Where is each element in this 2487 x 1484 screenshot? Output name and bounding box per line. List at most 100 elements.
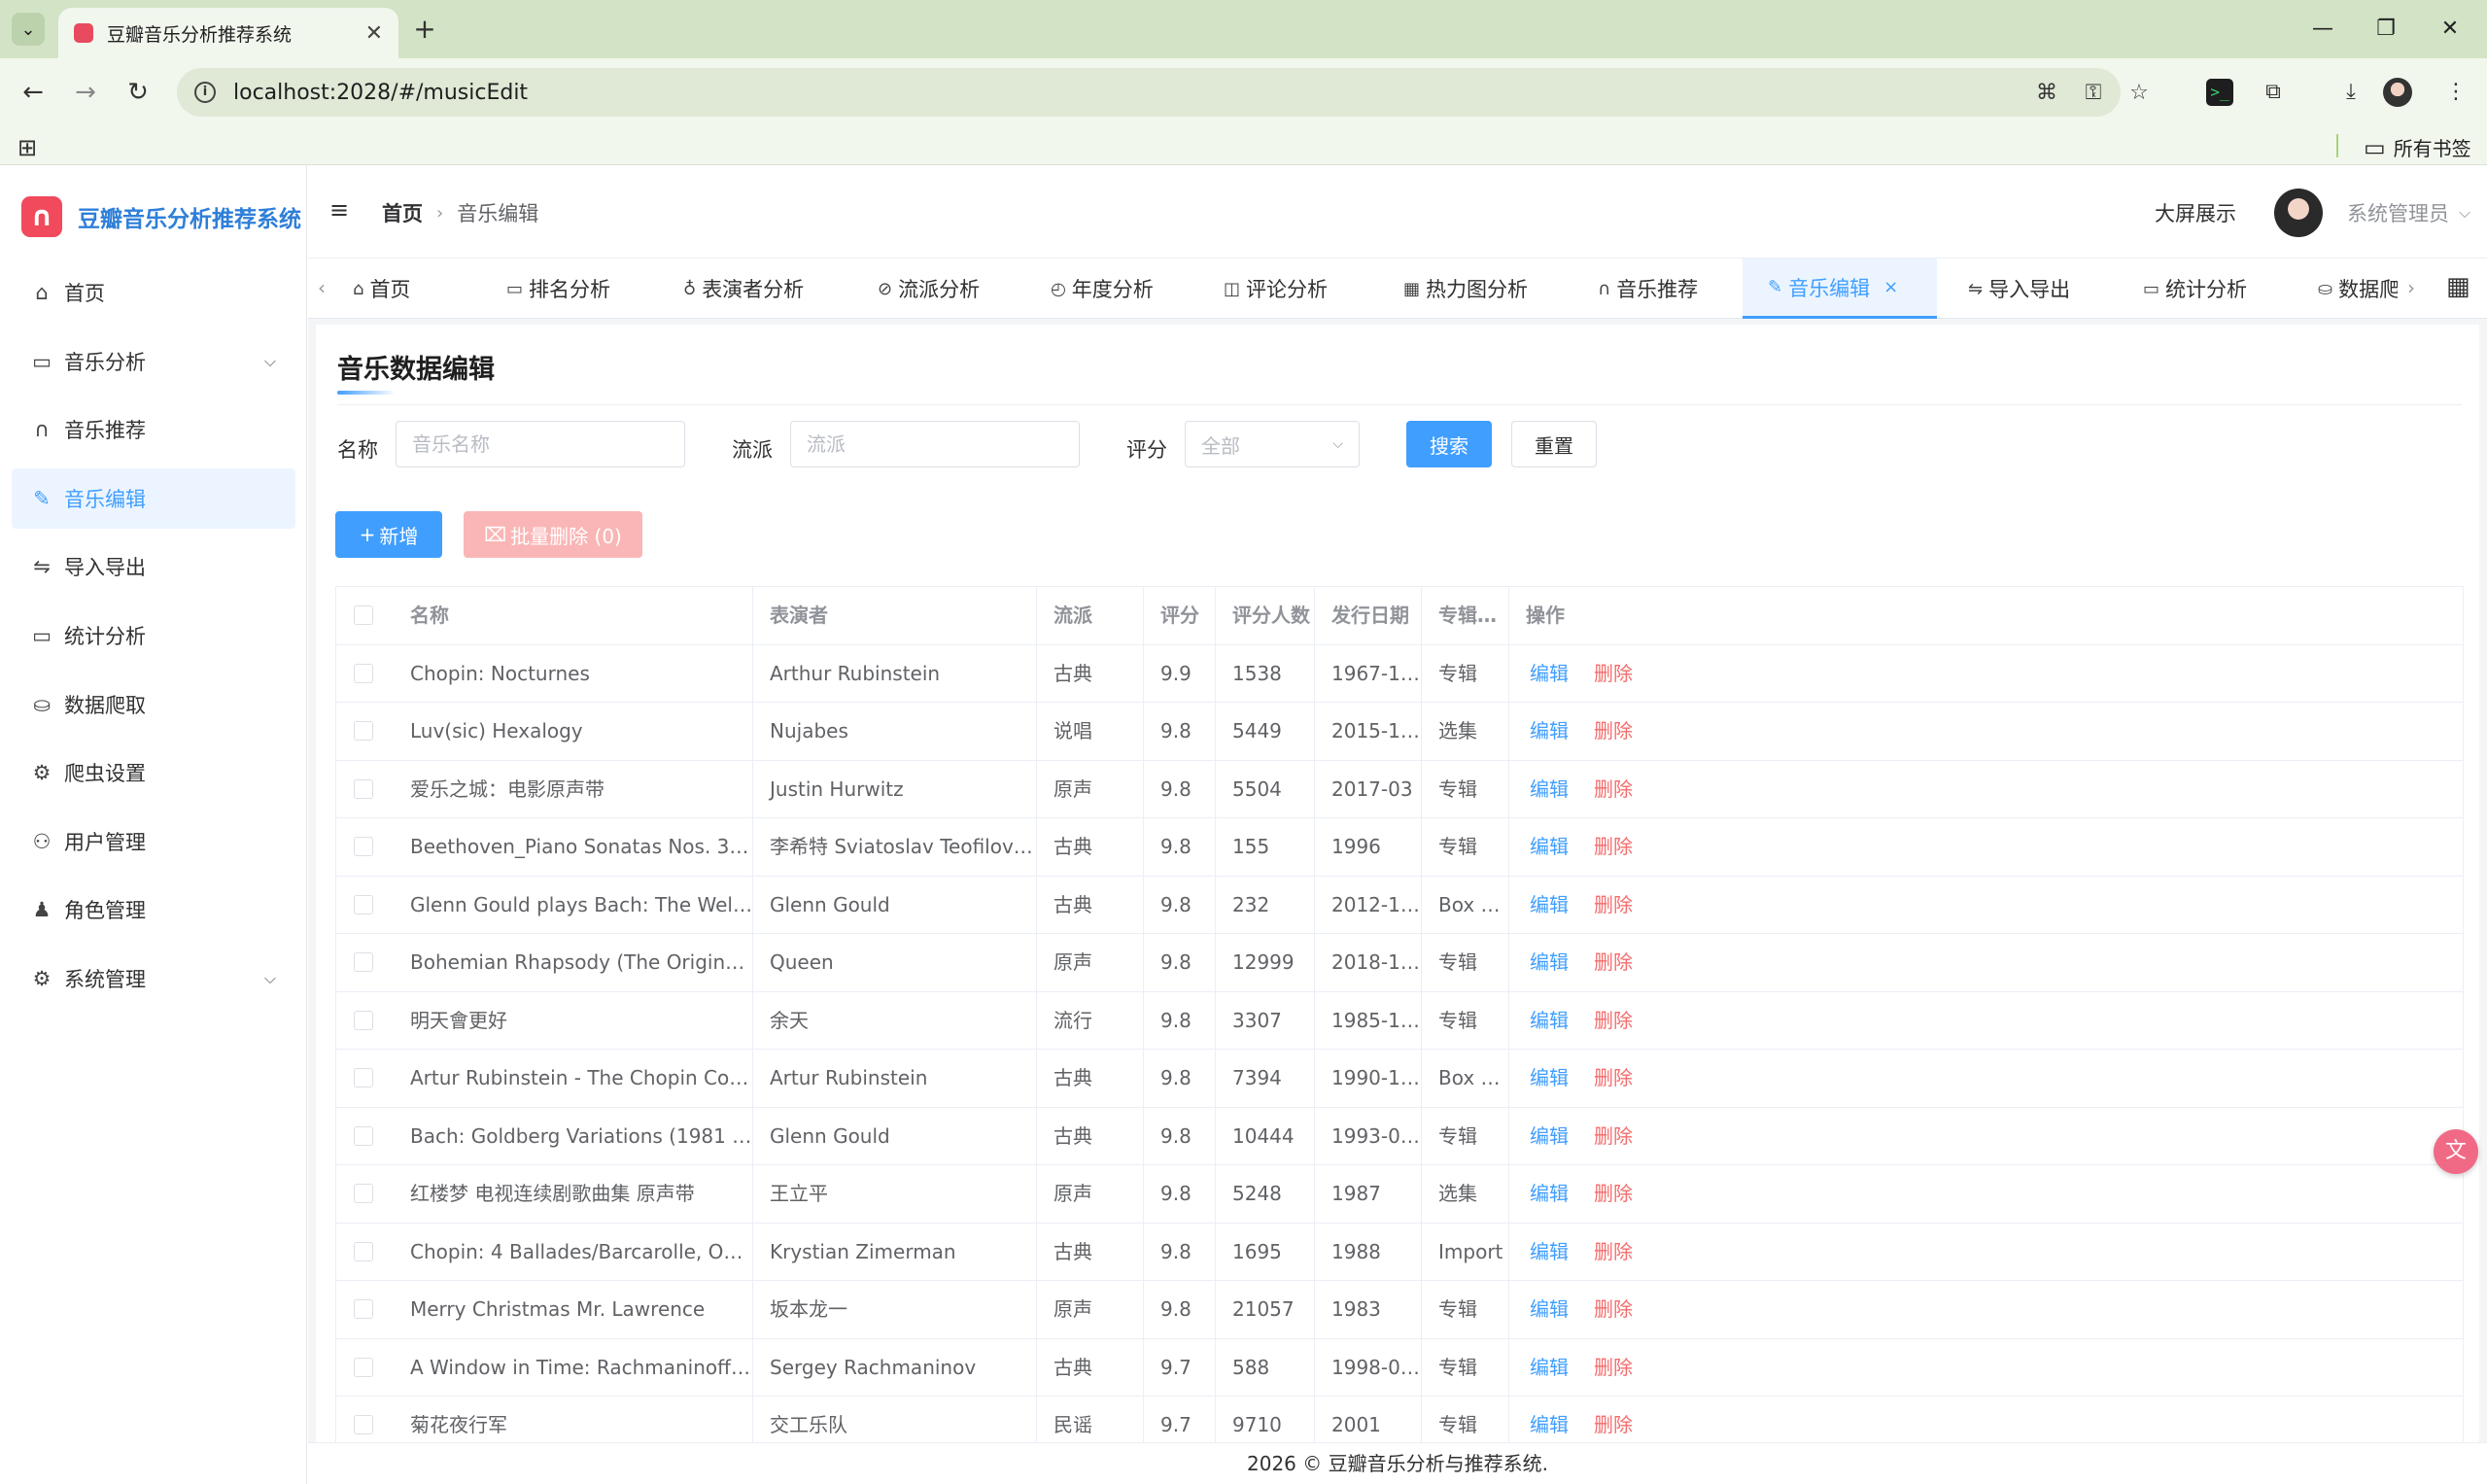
minimize-icon[interactable]: — — [2298, 12, 2347, 47]
edit-button[interactable]: 编辑 — [1530, 1240, 1569, 1263]
edit-button[interactable]: 编辑 — [1530, 1009, 1569, 1032]
edit-button[interactable]: 编辑 — [1530, 1413, 1569, 1436]
row-checkbox[interactable] — [354, 721, 373, 741]
user-menu[interactable]: 系统管理员 ⌵ — [2347, 198, 2470, 227]
delete-button[interactable]: 删除 — [1594, 1413, 1633, 1436]
edit-button[interactable]: 编辑 — [1530, 777, 1569, 801]
table-row[interactable]: 明天會更好 余天 流行 9.8 3307 1985-12-1 专辑 编辑 删除 — [336, 991, 2463, 1050]
floating-translate-icon[interactable]: 文 — [2434, 1129, 2478, 1174]
sidebar-item-data-crawl[interactable]: ⛀ 数据爬取 — [12, 674, 295, 735]
table-row[interactable]: Artur Rubinstein - The Chopin Collection… — [336, 1050, 2463, 1108]
tab-comment-analysis[interactable]: ◫ 评论分析 — [1224, 259, 1328, 319]
batch-delete-button[interactable]: ⌧ 批量删除 (0) — [464, 511, 642, 558]
sidebar-item-crawler-settings[interactable]: ⚙ 爬虫设置 — [12, 742, 295, 803]
score-select[interactable]: 全部 ⌵ — [1185, 421, 1360, 467]
reload-icon[interactable]: ↻ — [121, 75, 155, 110]
row-checkbox[interactable] — [354, 1068, 373, 1087]
row-checkbox[interactable] — [354, 894, 373, 915]
tab-performer-analysis[interactable]: ♁ 表演者分析 — [683, 259, 804, 319]
new-tab-icon[interactable]: + — [408, 14, 441, 47]
tab-ranking-analysis[interactable]: ▭ 排名分析 — [506, 259, 610, 319]
sidebar-item-system-management[interactable]: ⚙ 系统管理 ⌵ — [12, 949, 295, 1009]
tab-music-edit[interactable]: ✎ 音乐编辑 × — [1743, 259, 1937, 319]
delete-button[interactable]: 删除 — [1594, 835, 1633, 858]
profile-avatar-icon[interactable] — [2383, 78, 2412, 107]
search-button[interactable]: 搜索 — [1406, 421, 1492, 467]
chevron-left-icon[interactable]: ‹ — [318, 276, 326, 299]
edit-button[interactable]: 编辑 — [1530, 719, 1569, 742]
delete-button[interactable]: 删除 — [1594, 662, 1633, 685]
tab-search-chevron-icon[interactable]: ⌄ — [12, 13, 45, 46]
table-row[interactable]: 红楼梦 电视连续剧歌曲集 原声带 王立平 原声 9.8 5248 1987 选集 编辑 删除 — [336, 1165, 2463, 1224]
row-checkbox[interactable] — [354, 1184, 373, 1203]
delete-button[interactable]: 删除 — [1594, 777, 1633, 801]
translate-icon[interactable]: ⌘ — [2033, 80, 2060, 107]
url-text[interactable]: localhost:2028/#/musicEdit — [233, 81, 528, 105]
edit-button[interactable]: 编辑 — [1530, 662, 1569, 685]
delete-button[interactable]: 删除 — [1594, 950, 1633, 974]
delete-button[interactable]: 删除 — [1594, 1297, 1633, 1321]
row-checkbox[interactable] — [354, 1415, 373, 1434]
row-checkbox[interactable] — [354, 663, 373, 683]
genre-search-input[interactable] — [790, 421, 1080, 467]
tab-home[interactable]: ⌂ 首页 — [353, 259, 410, 319]
delete-button[interactable]: 删除 — [1594, 719, 1633, 742]
table-row[interactable]: Luv(sic) Hexalogy Nujabes 说唱 9.8 5449 2015-12… — [336, 703, 2463, 761]
name-search-input[interactable] — [396, 421, 685, 467]
row-checkbox[interactable] — [354, 778, 373, 799]
row-checkbox[interactable] — [354, 1010, 373, 1030]
hamburger-icon[interactable]: ≡ — [329, 196, 349, 224]
row-checkbox[interactable] — [354, 1299, 373, 1319]
forward-icon[interactable]: → — [68, 75, 103, 110]
sidebar-item-music-edit[interactable]: ✎ 音乐编辑 — [12, 467, 295, 529]
table-row[interactable]: 菊花夜行军 交工乐队 民谣 9.7 9710 2001 专辑 编辑 删除 — [336, 1397, 2463, 1442]
tab-genre-analysis[interactable]: ⊘ 流派分析 — [878, 259, 980, 319]
sidebar-item-statistics[interactable]: ▭ 统计分析 — [12, 605, 295, 666]
sidebar-item-home[interactable]: ⌂ 首页 — [12, 262, 295, 323]
edit-button[interactable]: 编辑 — [1530, 1066, 1569, 1089]
row-checkbox[interactable] — [354, 1241, 373, 1261]
restore-icon[interactable]: ❐ — [2362, 12, 2410, 47]
tab-heatmap-analysis[interactable]: ▦ 热力图分析 — [1403, 259, 1528, 319]
tags-grid-menu-icon[interactable]: ▦ — [2446, 272, 2470, 301]
tab-music-recommend[interactable]: ∩ 音乐推荐 — [1598, 259, 1698, 319]
apps-grid-icon[interactable]: ⊞ — [17, 134, 37, 161]
tab-import-export[interactable]: ⇋ 导入导出 — [1968, 259, 2070, 319]
table-row[interactable]: Glenn Gould plays Bach: The Well-Tempere… — [336, 876, 2463, 934]
add-button[interactable]: + 新增 — [335, 511, 442, 558]
big-screen-link[interactable]: 大屏展示 — [2155, 198, 2236, 227]
site-info-icon[interactable]: i — [194, 82, 216, 103]
select-all-checkbox[interactable] — [354, 605, 373, 625]
table-row[interactable]: Merry Christmas Mr. Lawrence 坂本龙一 原声 9.8 210… — [336, 1281, 2463, 1339]
edit-button[interactable]: 编辑 — [1530, 1356, 1569, 1379]
table-row[interactable]: A Window in Time: Rachmaninoff Performs … — [336, 1338, 2463, 1397]
sidebar-item-role-management[interactable]: ♟ 角色管理 — [12, 880, 295, 940]
delete-button[interactable]: 删除 — [1594, 1240, 1633, 1263]
table-row[interactable]: Chopin: 4 Ballades/Barcarolle, Op.60/Fan… — [336, 1223, 2463, 1281]
bookmark-star-icon[interactable]: ☆ — [2125, 80, 2153, 107]
close-window-icon[interactable]: ✕ — [2426, 12, 2474, 47]
tab-data-crawl[interactable]: ⛀ 数据爬 — [2318, 259, 2398, 319]
delete-button[interactable]: 删除 — [1594, 1009, 1633, 1032]
delete-button[interactable]: 删除 — [1594, 1356, 1633, 1379]
all-bookmarks-folder[interactable]: ▭ 所有书签 — [2364, 133, 2471, 161]
delete-button[interactable]: 删除 — [1594, 1124, 1633, 1148]
delete-button[interactable]: 删除 — [1594, 893, 1633, 916]
table-row[interactable]: Chopin: Nocturnes Arthur Rubinstein 古典 9.9 1… — [336, 644, 2463, 703]
breadcrumb-home[interactable]: 首页 — [382, 198, 423, 227]
row-checkbox[interactable] — [354, 1125, 373, 1146]
avatar[interactable] — [2274, 189, 2323, 237]
sidebar-item-user-management[interactable]: ⚇ 用户管理 — [12, 811, 295, 872]
edit-button[interactable]: 编辑 — [1530, 835, 1569, 858]
download-icon[interactable]: ⤓ — [2334, 76, 2367, 109]
terminal-extension-icon[interactable]: >_ — [2206, 79, 2233, 106]
sidebar-item-import-export[interactable]: ⇋ 导入导出 — [12, 536, 295, 597]
more-menu-icon[interactable]: ⋮ — [2439, 76, 2472, 109]
key-icon[interactable]: ⚿ — [2080, 80, 2107, 107]
row-checkbox[interactable] — [354, 837, 373, 856]
edit-button[interactable]: 编辑 — [1530, 893, 1569, 916]
delete-button[interactable]: 删除 — [1594, 1182, 1633, 1205]
omnibox[interactable]: i localhost:2028/#/musicEdit ⌘ ⚿ ☆ — [177, 68, 2149, 117]
extensions-puzzle-icon[interactable]: ⧉ — [2257, 76, 2290, 109]
delete-button[interactable]: 删除 — [1594, 1066, 1633, 1089]
